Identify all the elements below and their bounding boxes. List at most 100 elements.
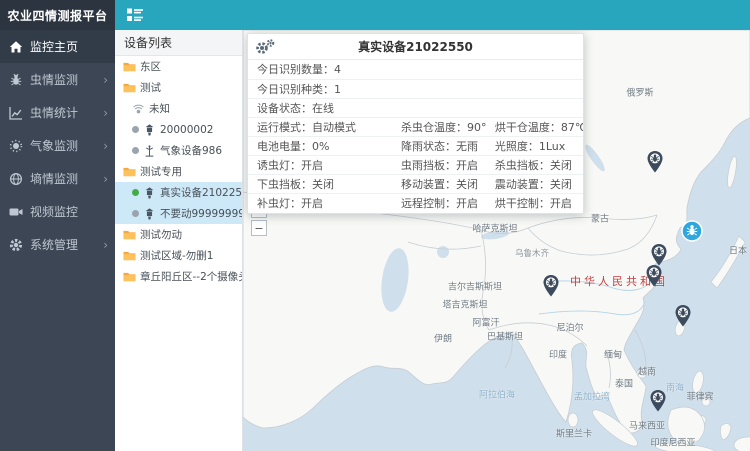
device-tree-item[interactable]: 真实设备21022550 bbox=[115, 182, 242, 203]
device-label: 未知 bbox=[149, 101, 170, 116]
device-label: 20000002 bbox=[160, 124, 213, 136]
app-window: 农业四情测报平台 监控主页虫情监测›虫情统计›气象监测›墒情监测›视频监控系统管… bbox=[0, 0, 750, 451]
sun-icon bbox=[9, 139, 23, 153]
popup-summary-row: 设备状态：在线 bbox=[248, 98, 583, 117]
globe-icon bbox=[9, 172, 23, 186]
chevron-right-icon: › bbox=[103, 107, 108, 119]
popup-header: 真实设备21022550 bbox=[248, 34, 583, 60]
sidebar-item-label: 视频监控 bbox=[30, 203, 78, 220]
sidebar: 农业四情测报平台 监控主页虫情监测›虫情统计›气象监测›墒情监测›视频监控系统管… bbox=[0, 0, 115, 451]
device-tree-item[interactable]: 测试区域-勿删1 bbox=[115, 245, 242, 266]
sidebar-item-label: 系统管理 bbox=[30, 236, 78, 253]
status-dot-gray bbox=[132, 147, 139, 154]
device-label: 测试 bbox=[140, 80, 161, 95]
device-list-panel: 设备列表 东区测试未知 20000002 气象设备986 测试专用真实设备210225… bbox=[115, 30, 243, 451]
device-cluster-marker[interactable] bbox=[681, 220, 703, 242]
popup-detail-cell: 诱虫灯：开启 bbox=[248, 156, 392, 175]
device-tree-item[interactable]: 气象设备986 bbox=[115, 140, 242, 161]
popup-detail-cell: 杀虫仓温度：90℃ bbox=[392, 118, 486, 137]
device-label: 章丘阳丘区--2个摄像头 bbox=[140, 269, 242, 284]
sidebar-item-insect-statistics[interactable]: 虫情统计 › bbox=[0, 96, 115, 129]
device-tree-item[interactable]: 未知 bbox=[115, 98, 242, 119]
popup-title: 真实设备21022550 bbox=[358, 38, 473, 55]
chevron-right-icon: › bbox=[103, 239, 108, 251]
settings-gears-icon[interactable] bbox=[255, 38, 275, 55]
unknown-icon bbox=[132, 103, 145, 115]
insect-lamp-icon bbox=[143, 208, 156, 220]
device-detail-popup: 真实设备21022550 今日识别数量：4今日识别种类：1设备状态：在线 运行模… bbox=[247, 33, 584, 214]
device-pin-marker[interactable] bbox=[650, 390, 666, 412]
device-pin-marker[interactable] bbox=[651, 244, 667, 266]
popup-summary-row: 今日识别种类：1 bbox=[248, 79, 583, 98]
popup-summary: 今日识别数量：4今日识别种类：1设备状态：在线 bbox=[248, 60, 583, 117]
chevron-right-icon: › bbox=[103, 173, 108, 185]
sidebar-item-weather-monitoring[interactable]: 气象监测 › bbox=[0, 129, 115, 162]
device-tree-item[interactable]: 20000002 bbox=[115, 119, 242, 140]
popup-detail-cell: 远程控制：开启 bbox=[392, 194, 486, 213]
sidebar-toggle-icon[interactable] bbox=[127, 8, 143, 22]
weather-station-icon bbox=[143, 145, 156, 157]
device-label: 测试勿动 bbox=[140, 227, 182, 242]
app-title: 农业四情测报平台 bbox=[0, 0, 115, 30]
folder-icon bbox=[123, 166, 136, 178]
sidebar-item-label: 虫情监测 bbox=[30, 71, 78, 88]
device-tree-item[interactable]: 测试 bbox=[115, 77, 242, 98]
device-label: 东区 bbox=[140, 59, 161, 74]
content-area: 设备列表 东区测试未知20000002气象设备986测试专用真实设备210225… bbox=[115, 30, 750, 451]
popup-detail-cell: 杀虫挡板：关闭 bbox=[486, 156, 583, 175]
sidebar-item-video-surveillance[interactable]: 视频监控 bbox=[0, 195, 115, 228]
chart-icon bbox=[9, 106, 23, 120]
device-label: 测试区域-勿删1 bbox=[140, 248, 213, 263]
status-dot-green bbox=[132, 189, 139, 196]
device-pin-marker[interactable] bbox=[675, 305, 691, 327]
map-canvas[interactable]: 俄罗斯蒙古哈萨克斯坦吉尔吉斯斯坦塔吉克斯坦阿富汗伊朗巴基斯坦尼泊尔印度缅甸泰国越… bbox=[243, 30, 750, 451]
device-tree-item[interactable]: 东区 bbox=[115, 56, 242, 77]
device-tree-item[interactable]: 不要动99999999 bbox=[115, 203, 242, 224]
sidebar-item-insect-monitoring[interactable]: 虫情监测› bbox=[0, 63, 115, 96]
device-label: 不要动99999999 bbox=[160, 206, 242, 221]
topbar bbox=[115, 0, 750, 30]
folder-icon bbox=[123, 250, 136, 262]
sidebar-item-system-management[interactable]: 系统管理 › bbox=[0, 228, 115, 261]
device-tree-item[interactable]: 测试勿动 bbox=[115, 224, 242, 245]
camera-icon bbox=[9, 205, 23, 219]
popup-detail-cell: 光照度：1Lux bbox=[486, 137, 583, 156]
sidebar-item-label: 墒情监测 bbox=[30, 170, 78, 187]
popup-detail-grid: 运行模式：自动模式杀虫仓温度：90℃烘干仓温度：87℃电池电量：0%降雨状态：无… bbox=[248, 117, 583, 213]
sidebar-nav: 监控主页虫情监测› 虫情统计 › 气象监测 › 墒情监测 › 视频监控系统管理 › bbox=[0, 30, 115, 261]
folder-icon bbox=[123, 82, 136, 94]
folder-icon bbox=[123, 271, 136, 283]
device-label: 真实设备21022550 bbox=[160, 185, 242, 200]
sidebar-item-moisture-monitoring[interactable]: 墒情监测 › bbox=[0, 162, 115, 195]
status-dot-gray bbox=[132, 126, 139, 133]
main-area: 设备列表 东区测试未知20000002气象设备986测试专用真实设备210225… bbox=[115, 0, 750, 451]
device-list-title: 设备列表 bbox=[115, 30, 242, 56]
device-label: 测试专用 bbox=[140, 164, 182, 179]
device-pin-marker[interactable] bbox=[646, 265, 662, 287]
popup-detail-cell: 下虫挡板：关闭 bbox=[248, 175, 392, 194]
popup-summary-row: 今日识别数量：4 bbox=[248, 60, 583, 79]
folder-icon bbox=[123, 61, 136, 73]
device-label: 气象设备986 bbox=[160, 143, 222, 158]
sidebar-item-label: 气象监测 bbox=[30, 137, 78, 154]
gear-icon bbox=[9, 238, 23, 252]
popup-detail-cell: 电池电量：0% bbox=[248, 137, 392, 156]
device-tree: 东区测试未知 20000002 气象设备986 测试专用真实设备21022550 不要动… bbox=[115, 56, 242, 287]
sidebar-item-home[interactable]: 监控主页 bbox=[0, 30, 115, 63]
popup-detail-cell: 烘干控制：开启 bbox=[486, 194, 583, 213]
popup-detail-cell: 降雨状态：无雨 bbox=[392, 137, 486, 156]
popup-detail-cell: 震动装置：关闭 bbox=[486, 175, 583, 194]
bug-icon bbox=[9, 73, 23, 87]
popup-detail-cell: 移动装置：关闭 bbox=[392, 175, 486, 194]
folder-icon bbox=[123, 229, 136, 241]
sidebar-item-label: 虫情统计 bbox=[30, 104, 78, 121]
insect-lamp-icon bbox=[143, 187, 156, 199]
popup-detail-cell: 运行模式：自动模式 bbox=[248, 118, 392, 137]
device-pin-marker[interactable] bbox=[647, 151, 663, 173]
device-tree-item[interactable]: 章丘阳丘区--2个摄像头 bbox=[115, 266, 242, 287]
status-dot-gray bbox=[132, 210, 139, 217]
chevron-right-icon: › bbox=[103, 140, 108, 152]
device-tree-item[interactable]: 测试专用 bbox=[115, 161, 242, 182]
map-zoom-out-button[interactable]: − bbox=[251, 220, 267, 236]
device-pin-marker[interactable] bbox=[543, 275, 559, 297]
